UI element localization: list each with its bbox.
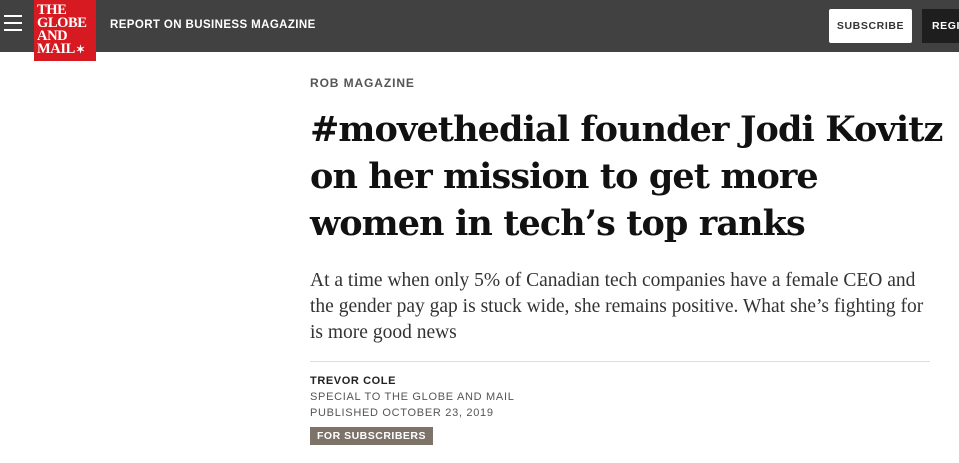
subscribe-button[interactable]: SUBSCRIBE <box>829 9 912 43</box>
article-dek: At a time when only 5% of Canadian tech … <box>310 270 924 343</box>
register-button[interactable]: REGISTER <box>922 9 959 43</box>
byline-divider <box>310 361 930 362</box>
maple-leaf-icon: ✶ <box>75 44 85 56</box>
author-name[interactable]: TREVOR COLE <box>310 375 396 387</box>
section-kicker[interactable]: ROB MAGAZINE <box>310 76 415 90</box>
subscriber-badge: FOR SUBSCRIBERS <box>310 427 434 445</box>
author-affiliation: SPECIAL TO THE GLOBE AND MAIL <box>310 391 515 403</box>
globe-and-mail-logo[interactable]: THE GLOBE AND MAIL✶ <box>34 0 96 61</box>
article-headline: #movethedial founder Jodi Kovitz on her … <box>310 109 943 244</box>
logo-line-mail: MAIL <box>37 41 75 57</box>
top-navigation-bar: REPORT ON BUSINESS MAGAZINE SUBSCRIBE RE… <box>0 0 959 52</box>
published-date: PUBLISHED OCTOBER 23, 2019 <box>310 407 494 419</box>
hamburger-menu-icon[interactable] <box>4 15 22 35</box>
section-link[interactable]: REPORT ON BUSINESS MAGAZINE <box>110 19 316 31</box>
